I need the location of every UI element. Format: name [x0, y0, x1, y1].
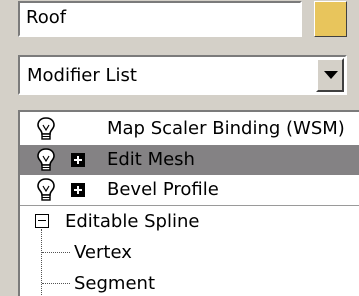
chevron-down-icon	[324, 71, 338, 79]
modifier-list-dropdown[interactable]: Modifier List	[18, 55, 347, 95]
sub-object-label: Segment	[74, 273, 155, 294]
stack-item-map-scaler-binding[interactable]: Map Scaler Binding (WSM)	[20, 114, 359, 144]
object-name-field[interactable]: Roof	[18, 1, 302, 37]
sub-object-vertex[interactable]: Vertex	[20, 238, 359, 268]
stack-separator	[20, 205, 359, 206]
expand-icon[interactable]	[71, 183, 85, 197]
stack-item-label: Editable Spline	[65, 211, 200, 232]
object-color-swatch[interactable]	[314, 1, 347, 37]
modifier-stack[interactable]: Map Scaler Binding (WSM) Edit Mesh Bevel…	[18, 110, 359, 296]
stack-item-edit-mesh[interactable]: Edit Mesh	[20, 145, 359, 175]
stack-item-label: Map Scaler Binding (WSM)	[107, 118, 345, 139]
lightbulb-icon[interactable]	[36, 147, 56, 173]
stack-item-bevel-profile[interactable]: Bevel Profile	[20, 175, 359, 205]
stack-item-label: Bevel Profile	[107, 179, 219, 200]
dropdown-button[interactable]	[316, 58, 344, 92]
sub-object-label: Vertex	[74, 242, 132, 263]
modifier-list-label: Modifier List	[27, 65, 137, 86]
object-name-value: Roof	[26, 7, 67, 28]
sub-object-segment[interactable]: Segment	[20, 269, 359, 296]
lightbulb-icon[interactable]	[36, 116, 56, 142]
stack-item-editable-spline[interactable]: Editable Spline	[20, 207, 359, 237]
expand-icon[interactable]	[71, 153, 85, 167]
lightbulb-icon[interactable]	[36, 177, 56, 203]
stack-item-label: Edit Mesh	[107, 149, 195, 170]
